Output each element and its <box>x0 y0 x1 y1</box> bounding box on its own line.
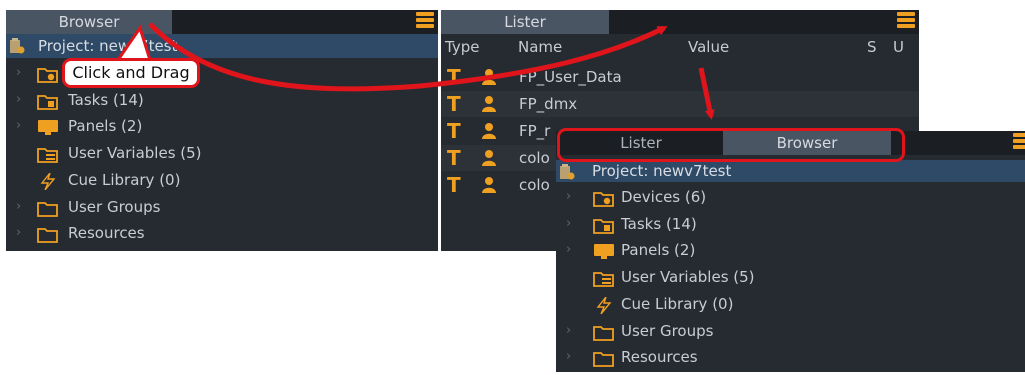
type-icon: T <box>447 119 461 143</box>
tab-highlight-box <box>557 128 905 162</box>
type-icon: T <box>447 173 461 197</box>
tree-item-label: User Groups <box>621 321 714 340</box>
column-s[interactable]: S <box>867 34 877 60</box>
tree-item-label: Tasks (14) <box>68 90 144 109</box>
chevron-right-icon[interactable]: › <box>566 211 571 237</box>
type-icon: T <box>447 65 461 89</box>
user-icon <box>481 176 497 194</box>
lister-tabbar: Lister <box>441 10 919 34</box>
tree-item-label: Cue Library (0) <box>68 170 181 189</box>
user-icon <box>481 122 497 140</box>
chevron-right-icon[interactable]: › <box>16 87 21 113</box>
tree-item-label: Resources <box>68 224 145 243</box>
chevron-right-icon[interactable]: › <box>566 344 571 370</box>
type-icon: T <box>447 92 461 116</box>
browser-item-tasks[interactable]: › Tasks (14) <box>6 87 438 113</box>
lightning-icon <box>593 296 615 315</box>
tree-item-label: Tasks (14) <box>621 214 697 233</box>
lister-row-name: colo <box>519 176 550 194</box>
tree-item-label: Panels (2) <box>621 241 696 260</box>
docked-item-tasks[interactable]: › Tasks (14) <box>556 211 1025 237</box>
docked-project-row[interactable]: Project: newv7test <box>556 160 1025 182</box>
monitor-icon <box>593 242 615 260</box>
browser-menu-icon[interactable] <box>416 12 434 32</box>
browser-item-resources[interactable]: › Resources <box>6 220 438 246</box>
folder-list-icon <box>37 145 59 163</box>
folder-icon <box>593 349 615 368</box>
folder-task-icon <box>37 92 59 110</box>
docked-item-user-variables[interactable]: User Variables (5) <box>556 264 1025 290</box>
chevron-right-icon[interactable]: › <box>566 184 571 210</box>
folder-list-icon <box>593 269 615 287</box>
user-icon <box>481 149 497 167</box>
folder-task-icon <box>593 216 615 234</box>
chevron-right-icon[interactable]: › <box>16 194 21 220</box>
docked-item-cue-library[interactable]: Cue Library (0) <box>556 291 1025 317</box>
tab-lister[interactable]: Lister <box>441 10 609 34</box>
browser-tabbar: Browser <box>6 10 438 34</box>
chevron-right-icon[interactable]: › <box>566 237 571 263</box>
user-icon <box>481 68 497 86</box>
chevron-right-icon[interactable]: › <box>16 113 21 139</box>
tree-item-label: User Variables (5) <box>68 144 202 163</box>
folder-icon <box>37 199 59 217</box>
lister-row[interactable]: T FP_User_Data <box>441 64 919 90</box>
folder-icon <box>37 225 59 244</box>
project-label: Project: newv7test <box>38 37 178 55</box>
tree-item-label: Panels (2) <box>68 117 143 136</box>
chevron-right-icon[interactable]: › <box>16 60 21 86</box>
click-and-drag-callout: Click and Drag <box>62 58 200 88</box>
tree-item-label: Devices (6) <box>621 188 707 206</box>
docked-item-panels[interactable]: › Panels (2) <box>556 237 1025 263</box>
project-icon <box>10 38 25 54</box>
chevron-right-icon[interactable]: › <box>16 220 21 246</box>
column-type[interactable]: Type <box>445 34 479 60</box>
docked-menu-icon[interactable] <box>1013 133 1025 153</box>
lister-header: Type Name Value S U <box>441 34 919 60</box>
user-icon <box>481 95 497 113</box>
tree-item-label: User Variables (5) <box>621 268 755 287</box>
browser-item-panels[interactable]: › Panels (2) <box>6 113 438 139</box>
browser-item-user-groups[interactable]: › User Groups <box>6 194 438 220</box>
browser-panel: Browser Project: newv7test ›Devices (6)›… <box>6 10 438 251</box>
monitor-icon <box>37 118 59 136</box>
docked-item-user-groups[interactable]: › User Groups <box>556 318 1025 344</box>
folder-icon <box>593 323 615 341</box>
docked-panel: Lister Browser Project: newv7test › Devic… <box>556 131 1025 372</box>
browser-item-cue-library[interactable]: Cue Library (0) <box>6 167 438 193</box>
tree-item-label: User Groups <box>68 197 161 216</box>
chevron-right-icon[interactable]: › <box>566 318 571 344</box>
tree-item-label: Resources <box>621 348 698 367</box>
lister-row-name: FP_User_Data <box>519 68 622 86</box>
lister-row-name: FP_r <box>519 122 551 140</box>
lister-row-name: FP_dmx <box>519 95 578 113</box>
lister-row-name: colo <box>519 149 550 167</box>
docked-item-resources[interactable]: › Resources <box>556 344 1025 370</box>
docked-item-devices[interactable]: › Devices (6) <box>556 184 1025 210</box>
folder-gear-icon <box>593 189 615 207</box>
tree-item-label: Cue Library (0) <box>621 294 734 313</box>
lister-row[interactable]: T FP_dmx <box>441 91 919 117</box>
tab-browser[interactable]: Browser <box>6 10 172 34</box>
browser-item-user-variables[interactable]: User Variables (5) <box>6 140 438 166</box>
lightning-icon <box>37 172 59 191</box>
docked-project-label: Project: newv7test <box>592 162 732 180</box>
column-name[interactable]: Name <box>518 34 562 60</box>
project-row[interactable]: Project: newv7test <box>6 34 438 58</box>
folder-gear-icon <box>37 65 59 83</box>
type-icon: T <box>447 146 461 170</box>
column-u[interactable]: U <box>893 34 904 60</box>
project-icon <box>560 164 575 180</box>
lister-menu-icon[interactable] <box>897 12 915 32</box>
column-value[interactable]: Value <box>688 34 729 60</box>
